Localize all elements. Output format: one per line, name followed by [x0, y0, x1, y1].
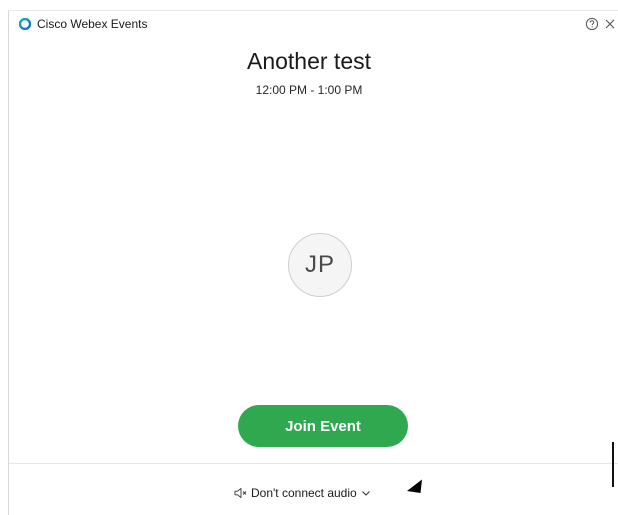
audio-connection-dropdown[interactable]: Don't connect audio	[234, 485, 371, 501]
event-title: Another test	[246, 48, 372, 74]
footer-divider	[9, 463, 618, 464]
close-icon[interactable]	[604, 17, 616, 31]
app-title: Cisco Webex Events	[37, 17, 148, 31]
chevron-down-icon	[361, 491, 370, 496]
audio-option-label: Don't connect audio	[251, 486, 357, 500]
user-avatar: JP	[288, 233, 352, 297]
mouse-pointer-icon	[407, 479, 422, 493]
help-icon[interactable]	[585, 17, 599, 31]
webex-logo-icon	[19, 18, 31, 30]
event-time: 12:00 PM - 1:00 PM	[255, 83, 363, 97]
join-event-button[interactable]: Join Event	[238, 405, 408, 447]
speaker-muted-icon	[234, 488, 247, 498]
text-caret	[612, 442, 614, 487]
window-top-border	[8, 10, 618, 11]
title-bar: Cisco Webex Events	[0, 12, 618, 36]
webex-events-window: Cisco Webex Events Another test 12:00 PM…	[0, 0, 618, 515]
